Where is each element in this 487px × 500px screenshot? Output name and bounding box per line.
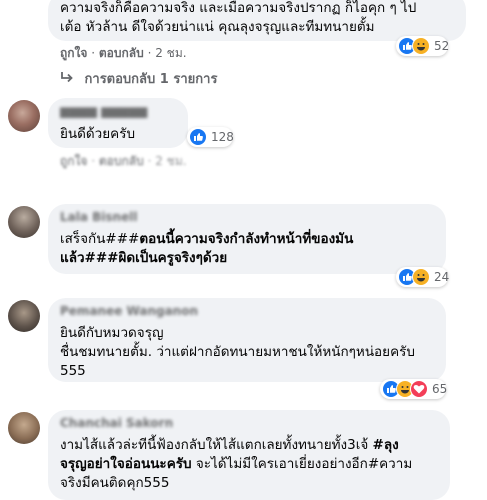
comment-bubble: ▆▆▆▆ ▆▆▆▆▆ ยินดีด้วยครับ	[48, 98, 188, 148]
reply-link[interactable]: ตอบกลับ	[99, 154, 144, 168]
comment-bubble: Chanchai Sakorn งามไส้แล้วล่ะทีนี้ฟ้องกล…	[48, 410, 450, 500]
comment-text: เต้อ หัวล้าน ดีใจด้วยน่าแน่ คุณลุงจรุญแล…	[60, 19, 375, 35]
comment-meta: ถูกใจ · ตอบกลับ · 2 ชม.	[60, 154, 187, 168]
comment-bubble: Lala Bisnell เสร็จกัน###ตอนนี้ความจริงกำ…	[48, 204, 446, 274]
comment-text: จรุญอย่าใจอ่อนนะครับ จะได้ไม่มีใครเอาเยี…	[60, 456, 413, 472]
comment-text: แล้ว###ผิดเป็นครูจริงๆด้วย	[60, 250, 228, 266]
comment-text: จริงมีคนติดคุก555	[60, 475, 170, 491]
avatar[interactable]	[8, 206, 40, 238]
comment-bubble: Pemanee Wanganon ยินดีกับหมวดจรุญ ชื่นชม…	[48, 298, 446, 382]
love-icon	[410, 380, 428, 398]
comment-text: เสร็จกัน###ตอนนี้ความจริงกำลังทำหน้าที่ข…	[60, 231, 354, 247]
avatar[interactable]	[8, 300, 40, 332]
reaction-summary[interactable]: 24	[396, 267, 450, 287]
comment-author[interactable]: Lala Bisnell	[60, 210, 434, 225]
comment-author[interactable]: ▆▆▆▆ ▆▆▆▆▆	[60, 104, 176, 119]
comment-text: ยินดีด้วยครับ	[60, 126, 136, 142]
comment-meta: ถูกใจ · ตอบกลับ · 2 ชม.	[60, 46, 187, 60]
reaction-summary[interactable]: 128	[187, 127, 234, 147]
avatar[interactable]	[8, 100, 40, 132]
comment-text: งามไส้แล้วล่ะทีนี้ฟ้องกลับให้ไส้แตกเลยทั…	[60, 437, 399, 453]
view-replies-link[interactable]: การตอบกลับ 1 รายการ	[60, 68, 217, 89]
reply-arrow-icon	[60, 71, 74, 87]
like-icon	[189, 128, 207, 146]
comment-text: ความจริงก็คือความจริง และเมื่อความจริงปร…	[60, 0, 417, 16]
timestamp[interactable]: 2 ชม.	[155, 46, 186, 60]
like-link[interactable]: ถูกใจ	[60, 46, 87, 60]
replies-count-text: การตอบกลับ 1 รายการ	[84, 72, 218, 87]
comment-text: ยินดีกับหมวดจรุญ	[60, 325, 164, 341]
reaction-count: 128	[211, 130, 234, 144]
haha-icon	[412, 37, 430, 55]
reaction-summary[interactable]: 65	[380, 379, 448, 399]
reaction-count: 52	[434, 39, 450, 53]
avatar[interactable]	[8, 412, 40, 444]
haha-icon	[412, 268, 430, 286]
comment-author[interactable]: Pemanee Wanganon	[60, 304, 434, 319]
comment-bubble: ความจริงก็คือความจริง และเมื่อความจริงปร…	[48, 0, 466, 41]
reply-link[interactable]: ตอบกลับ	[99, 46, 144, 60]
reaction-count: 24	[434, 270, 450, 284]
comment-text: 555	[60, 363, 86, 379]
timestamp[interactable]: 2 ชม.	[155, 154, 186, 168]
comment-text: ชื่นชมทนายตั้ม. ว่าแต่ฝากอัดทนายมหาชนให้…	[60, 344, 415, 360]
reaction-count: 65	[432, 382, 448, 396]
reaction-summary[interactable]: 52	[396, 36, 450, 56]
like-link[interactable]: ถูกใจ	[60, 154, 87, 168]
comment-author[interactable]: Chanchai Sakorn	[60, 416, 438, 431]
